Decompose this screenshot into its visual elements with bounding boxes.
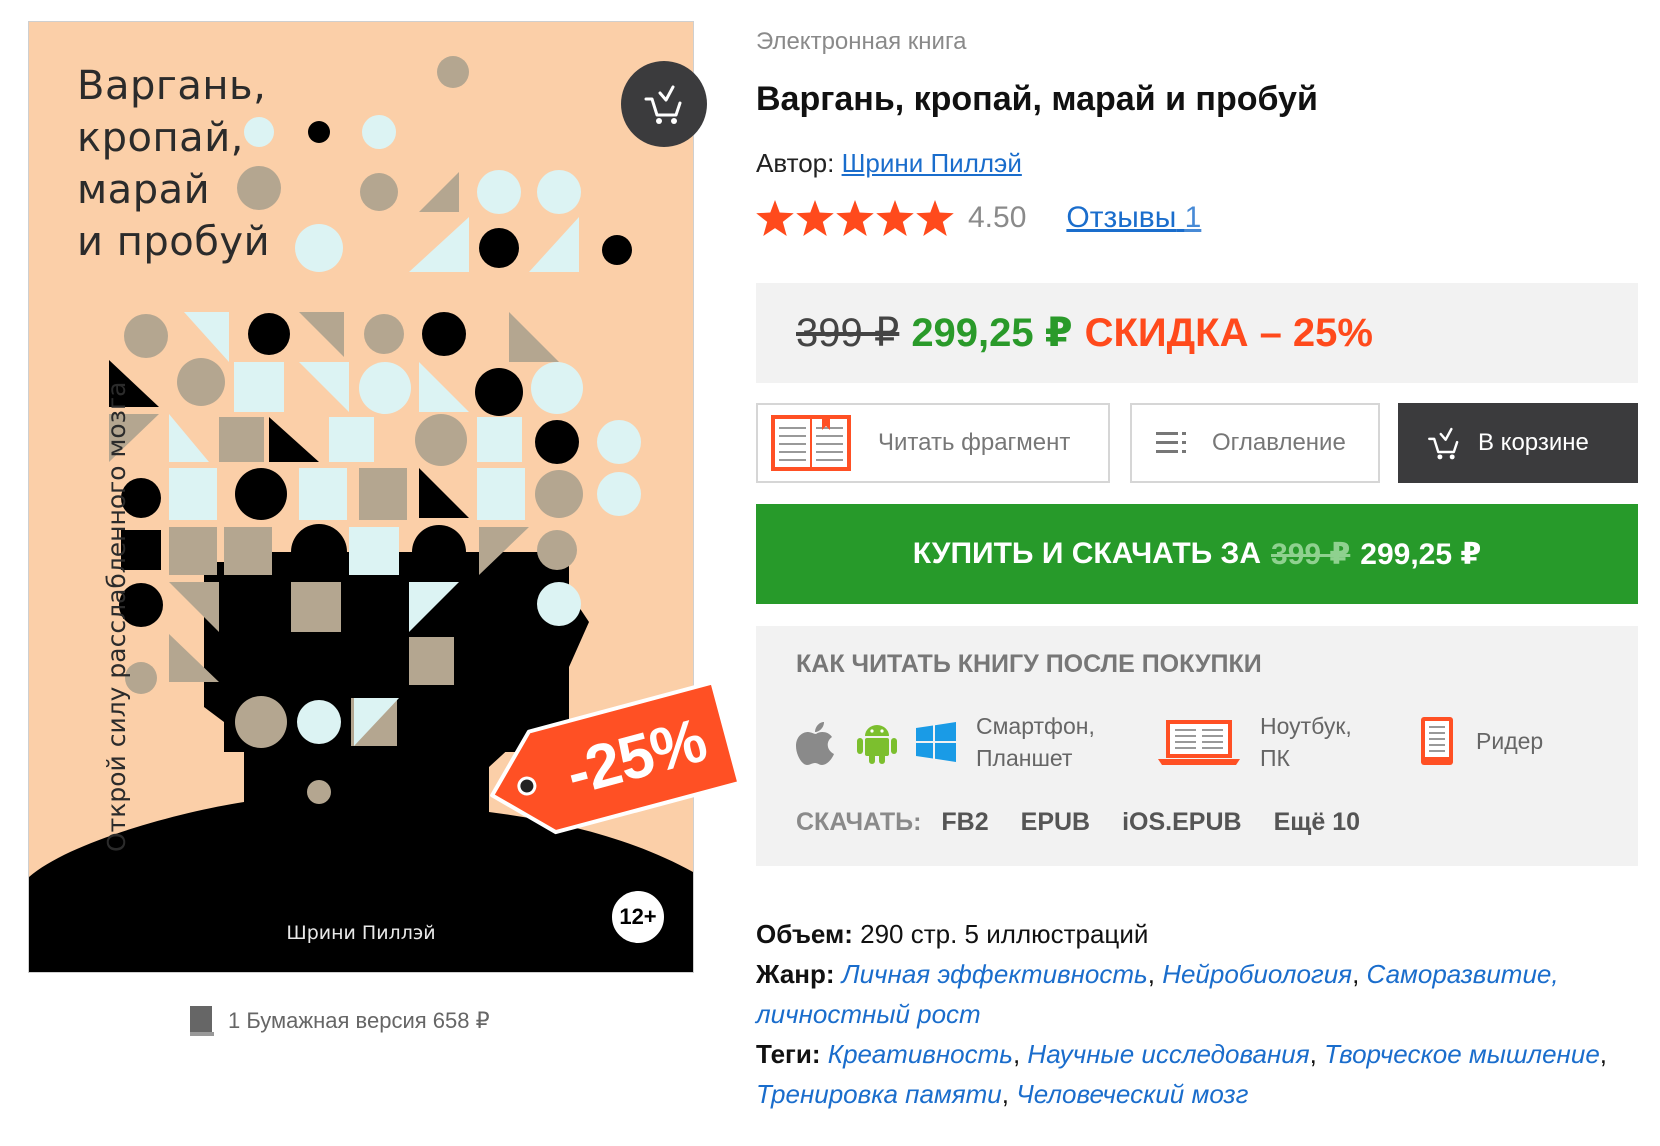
device-laptop[interactable]: Ноутбук, ПК	[1158, 710, 1352, 774]
format-more[interactable]: Ещё 10	[1274, 808, 1360, 837]
cover-subtitle: Открой силу расслабленного мозга	[102, 381, 131, 852]
star-icon[interactable]	[756, 200, 794, 236]
android-icon	[857, 725, 897, 764]
tags-label: Теги:	[756, 1039, 821, 1069]
meta-tags: Теги: Креативность, Научные исследования…	[756, 1039, 1608, 1109]
buy-new-price: 299,25 ₽	[1360, 537, 1482, 571]
device-mobile[interactable]: Смартфон, Планшет	[794, 710, 1095, 774]
genre-label: Жанр:	[756, 959, 835, 989]
read-fragment-label: Читать фрагмент	[878, 429, 1071, 456]
author-link[interactable]: Шрини Пиллэй	[842, 148, 1022, 178]
download-formats: СКАЧАТЬ: FB2 EPUB iOS.EPUB Ещё 10	[796, 808, 1392, 837]
volume-label: Объем:	[756, 919, 853, 949]
format-epub[interactable]: EPUB	[1021, 808, 1090, 837]
genre-link[interactable]: Нейробиология	[1162, 959, 1352, 989]
how-to-read-title: КАК ЧИТАТЬ КНИГУ ПОСЛЕ ПОКУПКИ	[796, 650, 1262, 678]
tag-link[interactable]: Человеческий мозг	[1016, 1079, 1248, 1109]
device-reader[interactable]: Ридер	[1420, 716, 1543, 766]
tag-link[interactable]: Научные исследования	[1027, 1039, 1309, 1069]
book-meta: Объем: 290 стр. 5 иллюстраций Жанр: Личн…	[756, 914, 1638, 1114]
cart-check-icon	[1428, 427, 1459, 460]
reviews-link[interactable]: Отзывы 1	[1066, 201, 1201, 235]
paper-version-link[interactable]: 1 Бумажная версия 658 ₽	[190, 1006, 490, 1036]
paper-version-text: 1 Бумажная версия 658 ₽	[228, 1008, 490, 1033]
in-cart-label: В корзине	[1478, 429, 1589, 456]
product-title: Варгань, кропай, марай и пробуй	[756, 80, 1318, 118]
tag-link[interactable]: Креативность	[828, 1039, 1013, 1069]
reviews-label: Отзывы	[1066, 201, 1177, 234]
author-line: Автор: Шрини Пиллэй	[756, 148, 1022, 179]
star-icon[interactable]	[836, 200, 874, 236]
star-icon[interactable]	[916, 200, 954, 236]
cover-title: Варгань, кропай, марай и пробуй	[77, 63, 271, 265]
tag-link[interactable]: Тренировка памяти	[756, 1079, 1002, 1109]
old-price: 399 ₽	[796, 311, 900, 355]
cover-author: Шрини Пиллэй	[286, 922, 436, 944]
rating: 4.50 Отзывы 1	[756, 200, 1201, 236]
read-fragment-button[interactable]: Читать фрагмент	[756, 403, 1110, 483]
price-box: 399 ₽ 299,25 ₽ СКИДКА – 25%	[756, 283, 1638, 383]
toc-label: Оглавление	[1212, 429, 1346, 456]
buy-label: КУПИТЬ И СКАЧАТЬ ЗА	[912, 537, 1262, 570]
book-icon	[190, 1006, 214, 1036]
device-reader-label: Ридер	[1476, 728, 1544, 754]
list-icon	[1156, 432, 1186, 453]
discount-text: СКИДКА – 25%	[1084, 310, 1373, 355]
toc-button[interactable]: Оглавление	[1130, 403, 1380, 483]
ereader-icon	[1421, 717, 1453, 765]
format-fb2[interactable]: FB2	[941, 808, 988, 837]
product-type: Электронная книга	[756, 28, 967, 55]
rating-value: 4.50	[968, 201, 1027, 234]
cart-check-icon	[644, 85, 682, 124]
open-book-icon	[771, 415, 851, 471]
rating-stars[interactable]	[756, 200, 954, 236]
age-rating-badge: 12+	[609, 888, 667, 946]
device-mobile-label: Смартфон, Планшет	[976, 713, 1095, 771]
download-label: СКАЧАТЬ:	[796, 808, 922, 836]
meta-genre: Жанр: Личная эффективность, Нейробиологи…	[756, 959, 1559, 1029]
windows-icon	[916, 722, 956, 762]
volume-value: 290 стр. 5 иллюстраций	[860, 919, 1149, 949]
in-cart-button[interactable]: В корзине	[1398, 403, 1638, 483]
new-price: 299,25 ₽	[911, 311, 1073, 355]
star-icon[interactable]	[876, 200, 914, 236]
author-label: Автор:	[756, 148, 835, 178]
laptop-icon	[1158, 720, 1240, 765]
star-icon[interactable]	[796, 200, 834, 236]
buy-download-button[interactable]: КУПИТЬ И СКАЧАТЬ ЗА 399 ₽ 299,25 ₽	[756, 504, 1638, 604]
apple-icon	[796, 722, 834, 765]
tag-link[interactable]: Творческое мышление	[1324, 1039, 1600, 1069]
reviews-count: 1	[1184, 201, 1202, 234]
format-ios-epub[interactable]: iOS.EPUB	[1122, 808, 1241, 837]
meta-volume: Объем: 290 стр. 5 иллюстраций	[756, 914, 1638, 954]
cart-badge-button[interactable]	[621, 61, 707, 147]
book-cover[interactable]: Варгань, кропай, марай и пробуй Открой с…	[28, 21, 742, 973]
action-buttons: Читать фрагмент Оглавление В корзине	[756, 403, 1638, 483]
buy-old-price: 399 ₽	[1271, 537, 1351, 571]
device-laptop-label: Ноутбук, ПК	[1260, 713, 1352, 771]
genre-link[interactable]: Личная эффективность	[842, 959, 1148, 989]
how-to-read-panel: КАК ЧИТАТЬ КНИГУ ПОСЛЕ ПОКУПКИ Смартфон,…	[756, 626, 1638, 866]
